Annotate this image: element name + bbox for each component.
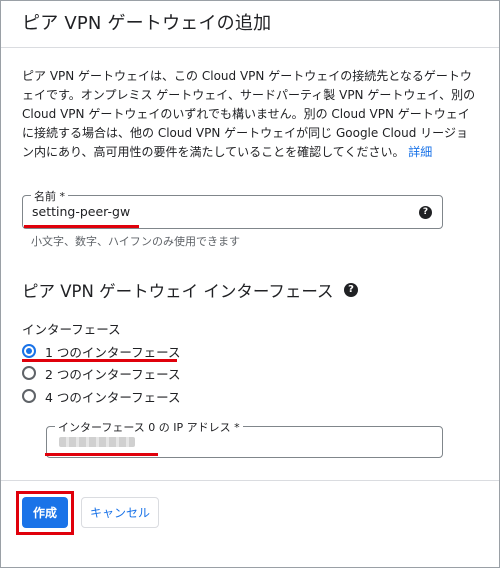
title-divider bbox=[1, 47, 499, 48]
name-field-value[interactable]: setting-peer-gw bbox=[32, 204, 130, 219]
radio-option-label: 1 つのインターフェース bbox=[45, 344, 181, 360]
name-field[interactable]: 名前 * setting-peer-gw ? bbox=[22, 188, 443, 229]
interface-group-label: インターフェース bbox=[22, 322, 121, 337]
section-title: ピア VPN ゲートウェイ インターフェース bbox=[22, 282, 334, 301]
description: ピア VPN ゲートウェイは、この Cloud VPN ゲートウェイの接続先とな… bbox=[22, 67, 478, 162]
radio-button[interactable] bbox=[22, 366, 36, 380]
cancel-button[interactable]: キャンセル bbox=[81, 497, 159, 528]
radio-button[interactable] bbox=[22, 389, 36, 403]
annotation-underline-ip bbox=[45, 453, 158, 456]
annotation-underline-interface bbox=[22, 359, 177, 362]
ip-field-label: インターフェース 0 の IP アドレス * bbox=[55, 419, 243, 435]
footer-divider bbox=[1, 480, 499, 481]
annotation-underline-name bbox=[24, 225, 139, 228]
add-peer-vpn-gateway-dialog: ピア VPN ゲートウェイの追加 ピア VPN ゲートウェイは、この Cloud… bbox=[0, 0, 500, 568]
radio-option-4-interfaces[interactable]: 4 つのインターフェース bbox=[22, 386, 181, 406]
dialog-title: ピア VPN ゲートウェイの追加 bbox=[22, 13, 272, 34]
name-hint: 小文字、数字、ハイフンのみ使用できます bbox=[31, 235, 240, 248]
help-circle-icon[interactable]: ? bbox=[419, 206, 432, 219]
radio-button-checked[interactable] bbox=[22, 344, 36, 358]
create-button[interactable]: 作成 bbox=[22, 497, 68, 528]
masked-ip-value bbox=[59, 437, 135, 447]
name-field-label: 名前 * bbox=[31, 188, 68, 204]
help-circle-icon[interactable]: ? bbox=[344, 283, 358, 297]
radio-option-label: 4 つのインターフェース bbox=[45, 389, 181, 405]
learn-more-link[interactable]: 詳細 bbox=[408, 145, 432, 159]
radio-option-label: 2 つのインターフェース bbox=[45, 366, 181, 382]
radio-option-2-interfaces[interactable]: 2 つのインターフェース bbox=[22, 363, 181, 383]
radio-option-1-interface[interactable]: 1 つのインターフェース bbox=[22, 341, 181, 361]
